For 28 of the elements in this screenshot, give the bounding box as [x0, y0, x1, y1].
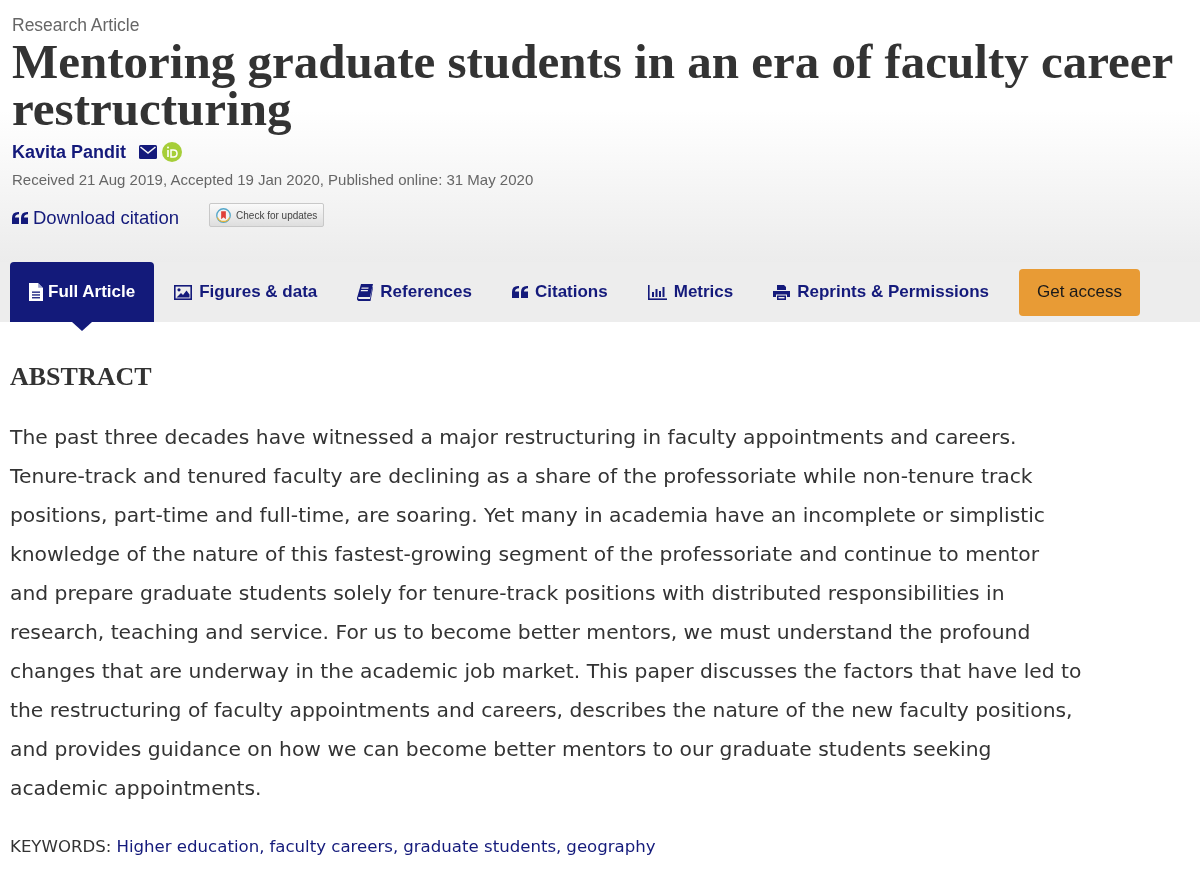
publication-dates: Received 21 Aug 2019, Accepted 19 Jan 2020, Published online: 31 May 2020 — [12, 170, 534, 190]
quote-icon — [512, 286, 528, 298]
check-for-updates-button[interactable]: Check for updates — [209, 203, 325, 227]
keyword-link[interactable]: Higher education, — [116, 835, 265, 859]
author-link[interactable]: Kavita Pandit — [12, 140, 127, 164]
keywords-label: KEYWORDS: — [10, 836, 112, 858]
tab-pointer-icon — [72, 322, 92, 331]
tab[interactable]: Figures & data — [154, 262, 338, 322]
abstract-heading: ABSTRACT — [10, 362, 152, 392]
keyword-link[interactable]: geography — [566, 835, 656, 859]
keyword-link[interactable]: graduate students, — [403, 835, 562, 859]
image-icon — [174, 284, 193, 300]
download-citation-link[interactable]: Download citation — [12, 206, 180, 230]
bookmark-ring-icon — [216, 207, 232, 223]
tab[interactable]: Full Article — [10, 262, 155, 322]
tab[interactable]: Reprints & Permissions — [753, 262, 1010, 322]
abstract-text: The past three decades have witnessed a major restructuring in faculty appointments and careers. Tenure-track and tenured faculty are declining as a share of the professoriate while non-tenure track positions, part-time and full-time, are soaring. Yet many in academia have an incomplete or simplistic knowledge of the nature of this fastest-growing segment of the professoriate and continue to mentor and prepare graduate students solely for tenure-track positions with distributed responsibilities in research, teaching and service. For us to become better mentors, we must understand the profound changes that are underway in the academic job market. This paper discusses the factors that have led to the restructuring of faculty appointments and careers, describes the nature of the new faculty positions, and provides guidance on how we can become better mentors to our graduate students seeking academic appointments. — [10, 424, 1082, 802]
article-type-label: Research Article — [12, 14, 140, 37]
quote-icon — [12, 212, 28, 224]
printer-icon — [773, 284, 791, 300]
tab[interactable]: Metrics — [627, 262, 754, 322]
book-icon — [357, 283, 374, 301]
get-access-button[interactable]: Get access — [1019, 268, 1141, 316]
tab[interactable]: Citations — [492, 262, 628, 322]
bar-chart-icon — [647, 284, 667, 300]
document-icon — [29, 283, 43, 301]
keyword-link[interactable]: faculty careers, — [269, 835, 399, 859]
tab[interactable]: References — [337, 262, 492, 322]
